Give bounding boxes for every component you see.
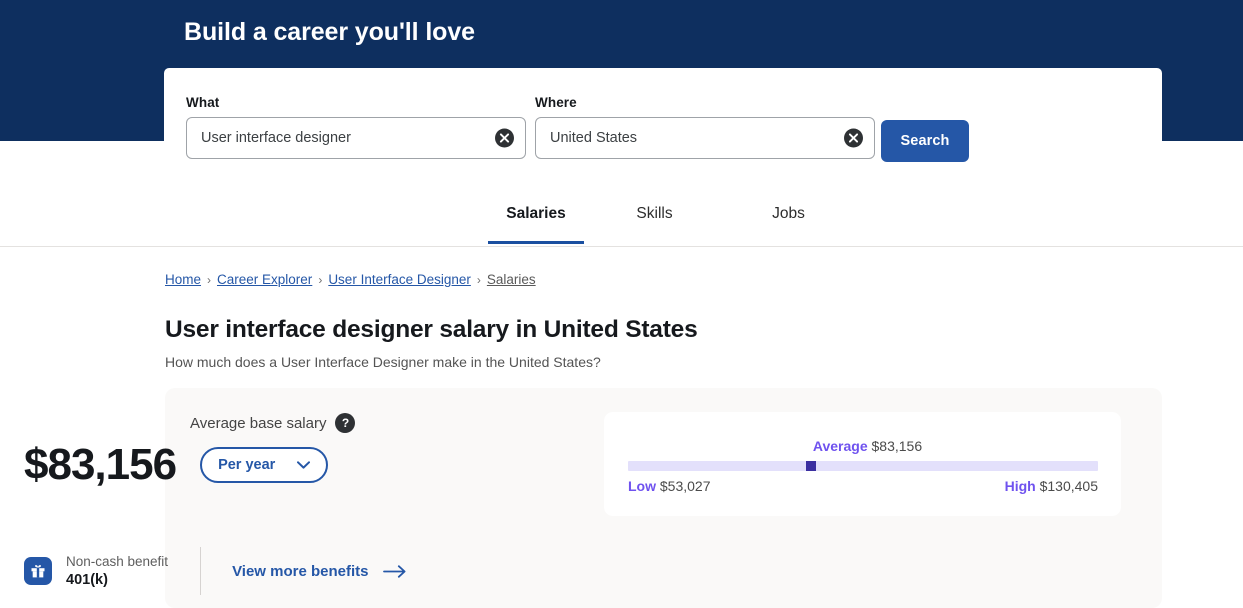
what-input[interactable]: [187, 118, 525, 158]
breadcrumb-item-salaries: Salaries: [486, 272, 536, 287]
chevron-down-icon: [297, 461, 311, 469]
tabs-bar: Salaries Skills Jobs: [0, 181, 1243, 247]
where-field-group: Where: [535, 95, 875, 159]
what-field-group: What: [186, 95, 526, 159]
where-input-wrap: [535, 117, 875, 159]
range-average-marker: [805, 461, 816, 471]
range-low-value: $53,027: [659, 478, 711, 494]
benefit-divider: [200, 547, 202, 595]
where-label: Where: [535, 95, 577, 110]
what-input-wrap: [186, 117, 526, 159]
search-card: What Where: [164, 68, 1162, 181]
range-average-key: Average: [812, 438, 868, 454]
range-average-label: Average $83,156: [604, 438, 1121, 454]
tab-salaries[interactable]: Salaries: [488, 181, 584, 247]
hero-title: Build a career you'll love: [184, 18, 475, 46]
average-salary-value: $83,156: [24, 440, 177, 489]
tab-jobs[interactable]: Jobs: [725, 181, 852, 247]
range-low: Low $53,027: [628, 478, 711, 494]
view-more-benefits-button[interactable]: View more benefits: [232, 563, 406, 580]
question-mark-icon[interactable]: ?: [335, 413, 356, 433]
tabs: Salaries Skills Jobs: [488, 181, 852, 247]
salary-range-chart: Average $83,156 Low $53,027 High $130,40…: [604, 412, 1121, 516]
range-track[interactable]: [628, 461, 1098, 471]
benefit-row: Non-cash benefit 401(k) View more benefi…: [24, 547, 407, 595]
tab-skills[interactable]: Skills: [584, 181, 725, 247]
average-salary-label: Average base salary: [190, 414, 327, 432]
benefit-kind-label: Non-cash benefit: [66, 553, 169, 569]
gift-glyph: [31, 565, 45, 578]
where-input[interactable]: [536, 118, 874, 158]
arrow-right-icon: [382, 564, 405, 578]
breadcrumb: Home › Career Explorer › User Interface …: [165, 272, 536, 287]
view-more-benefits-label: View more benefits: [232, 562, 369, 580]
average-salary-row: $83,156 Per year: [24, 440, 329, 489]
breadcrumb-separator: ›: [476, 272, 481, 287]
salary-page: Build a career you'll love What Where: [0, 0, 1243, 608]
gift-icon: [24, 557, 52, 585]
salary-period-select[interactable]: Per year: [200, 447, 329, 483]
clear-circle-icon: [499, 133, 510, 143]
range-high: High $130,405: [1005, 478, 1098, 494]
range-average-value: $83,156: [871, 438, 923, 454]
clear-circle-icon: [848, 133, 859, 143]
range-low-key: Low: [628, 478, 656, 494]
range-high-value: $130,405: [1039, 478, 1098, 494]
breadcrumb-separator: ›: [318, 272, 323, 287]
benefit-text: Non-cash benefit 401(k): [66, 553, 168, 590]
page-title: User interface designer salary in United…: [165, 316, 698, 343]
salary-period-label: Per year: [218, 457, 276, 473]
breadcrumb-item-home[interactable]: Home: [165, 272, 201, 287]
page-subtitle: How much does a User Interface Designer …: [165, 354, 601, 370]
breadcrumb-item-career-explorer[interactable]: Career Explorer: [217, 272, 312, 287]
breadcrumb-item-user-interface-designer[interactable]: User Interface Designer: [328, 272, 471, 287]
what-label: What: [186, 95, 220, 110]
search-button[interactable]: Search: [881, 120, 969, 162]
average-salary-label-row: Average base salary ?: [190, 413, 356, 433]
clear-where-button[interactable]: [844, 128, 863, 148]
breadcrumb-separator: ›: [207, 272, 212, 287]
benefit-name: 401(k): [66, 571, 108, 588]
range-high-key: High: [1004, 478, 1036, 494]
range-endpoints: Low $53,027 High $130,405: [628, 478, 1098, 494]
clear-what-button[interactable]: [495, 128, 514, 148]
